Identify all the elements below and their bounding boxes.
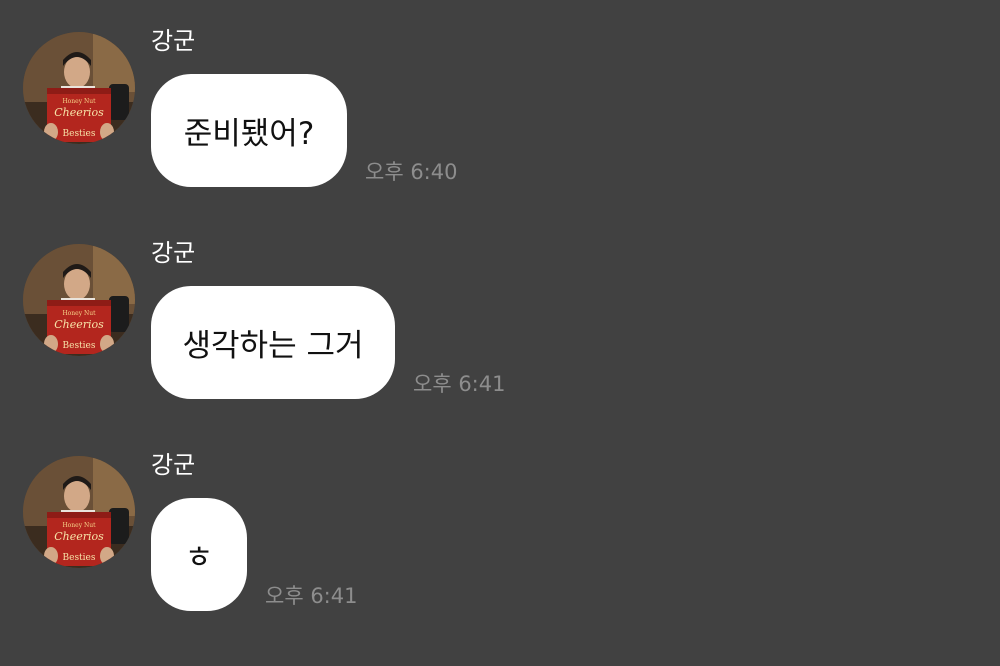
- svg-text:Cheerios: Cheerios: [54, 530, 104, 543]
- sender-name: 강군: [151, 451, 196, 479]
- svg-text:Cheerios: Cheerios: [54, 106, 104, 119]
- message-bubble[interactable]: 준비됐어?: [151, 74, 347, 187]
- avatar[interactable]: Honey Nut Cheerios Besties: [23, 244, 135, 356]
- avatar[interactable]: Honey Nut Cheerios Besties: [23, 456, 135, 568]
- avatar[interactable]: Honey Nut Cheerios Besties: [23, 32, 135, 144]
- message-group: Honey Nut Cheerios Besties 강군 생각하는 그거 오후…: [0, 212, 1000, 402]
- message-timestamp: 오후 6:41: [265, 584, 358, 608]
- svg-text:Honey Nut: Honey Nut: [62, 310, 96, 317]
- message-group: Honey Nut Cheerios Besties 강군 ㅎ 오후 6:41: [0, 424, 1000, 614]
- message-timestamp: 오후 6:40: [365, 160, 458, 184]
- svg-text:Besties: Besties: [63, 553, 96, 563]
- chat-thread: Honey Nut Cheerios Besties 강군 준비됐어? 오후 6…: [0, 0, 1000, 666]
- svg-text:Honey Nut: Honey Nut: [62, 522, 96, 529]
- profile-photo-icon: Honey Nut Cheerios Besties: [23, 244, 135, 356]
- svg-text:Besties: Besties: [63, 129, 96, 139]
- profile-photo-icon: Honey Nut Cheerios Besties: [23, 456, 135, 568]
- svg-text:Besties: Besties: [63, 341, 96, 351]
- svg-text:Cheerios: Cheerios: [54, 318, 104, 331]
- sender-name: 강군: [151, 239, 196, 267]
- sender-name: 강군: [151, 27, 196, 55]
- message-bubble[interactable]: 생각하는 그거: [151, 286, 395, 399]
- profile-photo-icon: Honey Nut Cheerios Besties: [23, 32, 135, 144]
- svg-text:Honey Nut: Honey Nut: [62, 98, 96, 105]
- message-group: Honey Nut Cheerios Besties 강군 준비됐어? 오후 6…: [0, 0, 1000, 190]
- message-timestamp: 오후 6:41: [413, 372, 506, 396]
- message-bubble[interactable]: ㅎ: [151, 498, 247, 611]
